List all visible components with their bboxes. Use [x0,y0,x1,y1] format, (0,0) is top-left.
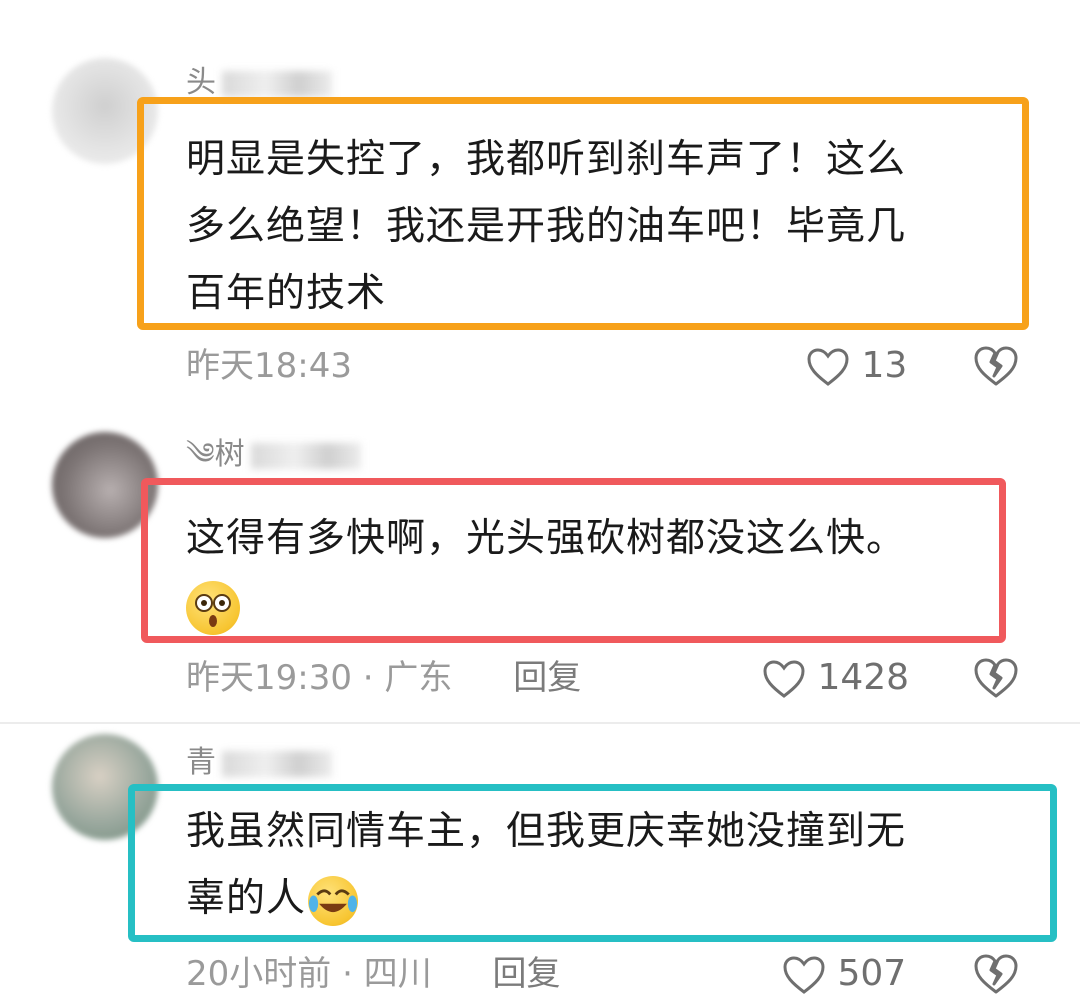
comment-meta: 昨天19:30 · 广东 回复 [186,658,581,698]
username-text: ༄树 [186,437,245,472]
username-blur [222,750,332,777]
username[interactable]: ༄树 [186,437,361,472]
comment-text: 明显是失控了，我都听到刹车声了！这么 多么绝望！我还是开我的油车吧！毕竟几 百年… [186,126,906,327]
like-count: 1428 [817,657,910,698]
like-count: 13 [861,345,908,386]
username-blur [250,442,361,469]
broken-heart-icon [974,346,1018,386]
comment-line: 多么绝望！我还是开我的油车吧！毕竟几 [186,204,907,249]
separator: · [362,658,374,698]
timestamp: 昨天18:43 [186,346,352,386]
timestamp: 昨天19:30 [186,658,352,698]
emoji-line [186,572,906,639]
like-button[interactable]: 507 [782,952,906,996]
comment-meta: 昨天18:43 [186,346,352,386]
location: 广东 [384,658,453,698]
comment-text: 我虽然同情车主，但我更庆幸她没撞到无 辜的人 [186,798,906,932]
comment-line-with-emoji: 辜的人 [186,865,906,932]
reply-button[interactable]: 回复 [493,954,561,994]
comment-line: 这得有多快啊，光头强砍树都没这么快。 [186,516,907,561]
comment-line: 百年的技术 [186,271,387,316]
username[interactable]: 青 [186,746,336,780]
comment-line: 我虽然同情车主，但我更庆幸她没撞到无 [186,809,907,854]
comment-text: 这得有多快啊，光头强砍树都没这么快。 [186,505,906,639]
comment-line: 辜的人 [186,876,307,921]
separator: · [342,954,353,994]
username[interactable]: 头 [186,66,336,100]
astonished-face-emoji [186,580,240,635]
tears-of-joy-emoji [308,875,359,926]
comment-meta: 20小时前 · 四川 回复 [186,954,561,994]
comment-line: 明显是失控了，我都听到刹车声了！这么 [186,137,907,182]
username-text: 头 [186,65,216,100]
username-blur [222,70,332,97]
heart-outline-icon [783,956,825,994]
dislike-button[interactable] [972,952,1020,996]
timestamp: 20小时前 [186,954,332,994]
username-text: 青 [186,745,216,780]
dislike-button[interactable] [972,656,1020,700]
like-button[interactable]: 13 [806,344,907,388]
reply-button[interactable]: 回复 [513,658,581,698]
broken-heart-icon [974,658,1018,698]
dislike-button[interactable] [972,344,1020,388]
location: 四川 [363,954,432,994]
like-button[interactable]: 1428 [762,656,909,700]
heart-outline-icon [763,660,805,698]
heart-outline-icon [807,348,849,386]
like-count: 507 [837,953,907,994]
comment-divider [0,722,1080,724]
broken-heart-icon [974,954,1018,994]
